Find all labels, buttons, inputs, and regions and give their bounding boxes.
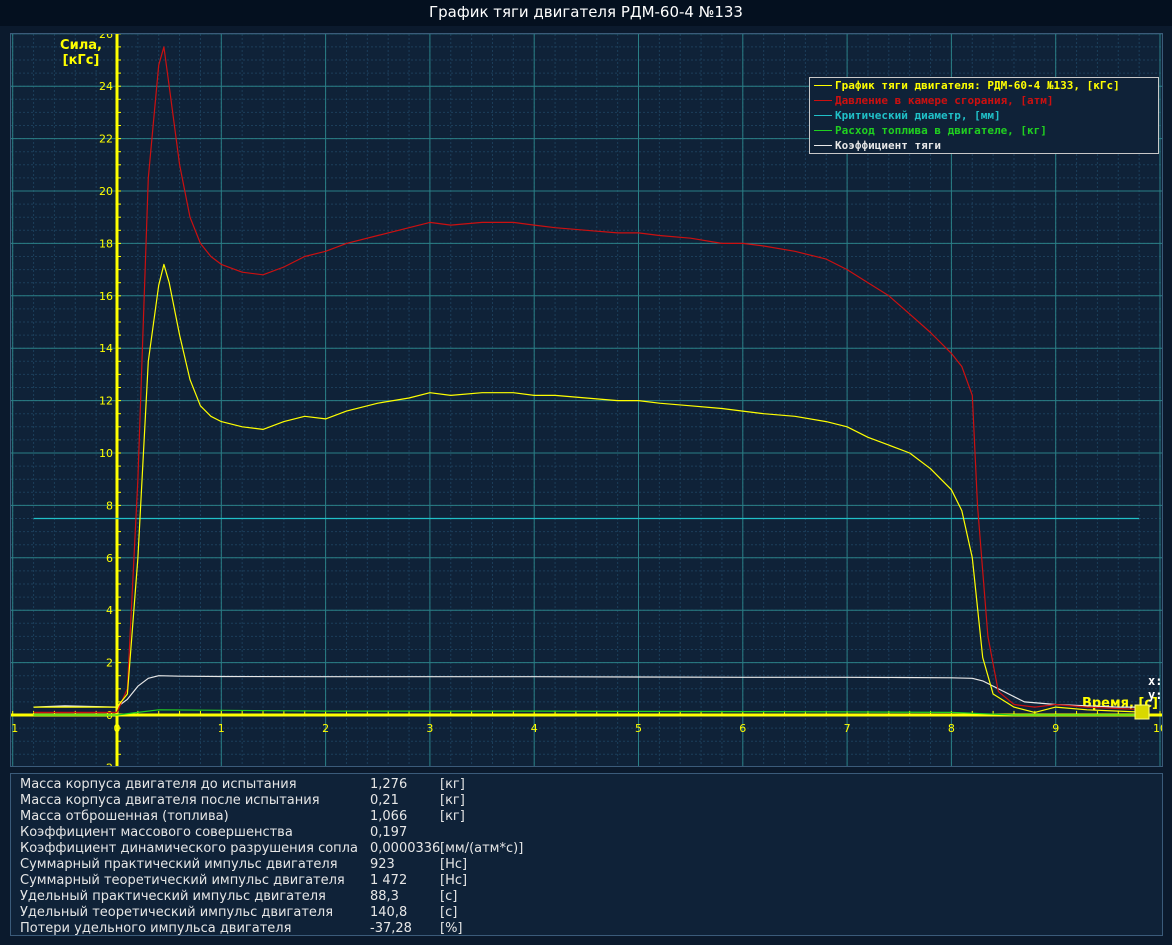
info-value: 88,3 (370, 889, 399, 904)
y-tick-label: 10 (99, 447, 113, 460)
info-unit: [Нс] (440, 873, 468, 888)
info-label: Масса корпуса двигателя после испытания (20, 793, 320, 808)
info-row: Потери удельного импульса двигателя -37,2… (11, 921, 1162, 937)
info-label: Удельный практический импульс двигателя (20, 889, 326, 904)
info-row: Масса отброшенная (топлива) 1,066 [кг] (11, 809, 1162, 825)
x-tick-label: 9 (1052, 722, 1059, 735)
x-tick-label: 2 (322, 722, 329, 735)
info-row: Суммарный практический импульс двигателя… (11, 857, 1162, 873)
x-tick-label: 1 (218, 722, 225, 735)
info-label: Масса отброшенная (топлива) (20, 809, 229, 824)
cursor-x-label: x: (1148, 674, 1162, 688)
legend-label: График тяги двигателя: РДМ-60-4 №133, [к… (835, 79, 1120, 92)
info-value: 1 472 (370, 873, 408, 888)
legend-swatch (814, 130, 832, 131)
cursor-marker (1134, 704, 1150, 720)
cursor-y-label: y: (1148, 688, 1162, 702)
info-label: Суммарный теоретический импульс двигател… (20, 873, 345, 888)
legend-label: Критический диаметр, [мм] (835, 109, 1001, 122)
info-value: -37,28 (370, 921, 412, 936)
y-tick-label: 24 (99, 80, 113, 93)
x-tick-label: 4 (531, 722, 538, 735)
y-tick-label: 22 (99, 133, 113, 146)
y-axis-label: Сила, (60, 38, 102, 53)
window-title: График тяги двигателя РДМ-60-4 №133 (0, 0, 1172, 26)
info-unit: [кг] (440, 793, 465, 808)
legend-label: Давление в камере сгорания, [атм] (835, 94, 1054, 107)
info-value: 923 (370, 857, 395, 872)
info-value: 0,21 (370, 793, 399, 808)
info-unit: [Нс] (440, 857, 468, 872)
legend-swatch (814, 145, 832, 146)
chart-legend: График тяги двигателя: РДМ-60-4 №133, [к… (809, 77, 1159, 154)
y-tick-label: 2 (106, 657, 113, 670)
thrust-line (33, 263, 1150, 714)
x-tick-label: 8 (948, 722, 955, 735)
info-unit: [кг] (440, 809, 465, 824)
y-tick-label: 14 (99, 342, 113, 355)
info-label: Суммарный практический импульс двигателя (20, 857, 338, 872)
y-tick-label: -2 (102, 761, 113, 766)
test-results-panel: Масса корпуса двигателя до испытания 1,27… (10, 773, 1163, 936)
y-tick-label: 4 (106, 604, 113, 617)
legend-item: График тяги двигателя: РДМ-60-4 №133, [к… (810, 78, 1158, 93)
info-label: Коэффициент динамического разрушения соп… (20, 841, 358, 856)
info-row: Удельный теоретический импульс двигателя… (11, 905, 1162, 921)
x-tick-label: 6 (739, 722, 746, 735)
x-tick-label: 5 (635, 722, 642, 735)
legend-item: Критический диаметр, [мм] (810, 108, 1158, 123)
x-tick-label: 0 (114, 722, 121, 735)
info-value: 1,066 (370, 809, 408, 824)
info-row: Коэффициент массового совершенства 0,197 (11, 825, 1162, 841)
x-tick-label: 7 (844, 722, 851, 735)
info-value: 0,0000336 (370, 841, 441, 856)
info-unit: [мм/(атм*с)] (440, 841, 524, 856)
x-tick-label: -1 (11, 722, 18, 735)
info-row: Суммарный теоретический импульс двигател… (11, 873, 1162, 889)
legend-swatch (814, 115, 832, 116)
chart-area[interactable]: -202468101214161820222426-1012345678910С… (10, 33, 1163, 767)
info-value: 140,8 (370, 905, 408, 920)
y-tick-label: 8 (106, 499, 113, 512)
legend-label: Коэффициент тяги (835, 139, 941, 152)
info-value: 0,197 (370, 825, 408, 840)
legend-label: Расход топлива в двигателе, [кг] (835, 124, 1047, 137)
info-row: Удельный практический импульс двигателя 8… (11, 889, 1162, 905)
legend-item: Давление в камере сгорания, [атм] (810, 93, 1158, 108)
y-axis-label: [кГс] (63, 53, 100, 68)
info-row: Масса корпуса двигателя до испытания 1,27… (11, 777, 1162, 793)
info-label: Масса корпуса двигателя до испытания (20, 777, 297, 792)
info-unit: [%] (440, 921, 463, 936)
x-tick-label: 10 (1153, 722, 1162, 735)
legend-item: Коэффициент тяги (810, 138, 1158, 153)
y-tick-label: 12 (99, 395, 113, 408)
info-label: Удельный теоретический импульс двигателя (20, 905, 334, 920)
info-label: Коэффициент массового совершенства (20, 825, 293, 840)
info-row: Коэффициент динамического разрушения соп… (11, 841, 1162, 857)
info-unit: [с] (440, 889, 458, 904)
y-tick-label: 18 (99, 237, 113, 250)
info-unit: [с] (440, 905, 458, 920)
x-tick-label: 3 (426, 722, 433, 735)
y-tick-label: 16 (99, 290, 113, 303)
legend-swatch (814, 100, 832, 101)
info-unit: [кг] (440, 777, 465, 792)
y-tick-label: 20 (99, 185, 113, 198)
y-tick-label: 6 (106, 552, 113, 565)
info-row: Масса корпуса двигателя после испытания 0… (11, 793, 1162, 809)
legend-swatch (814, 85, 832, 86)
info-label: Потери удельного импульса двигателя (20, 921, 292, 936)
info-value: 1,276 (370, 777, 408, 792)
legend-item: Расход топлива в двигателе, [кг] (810, 123, 1158, 138)
